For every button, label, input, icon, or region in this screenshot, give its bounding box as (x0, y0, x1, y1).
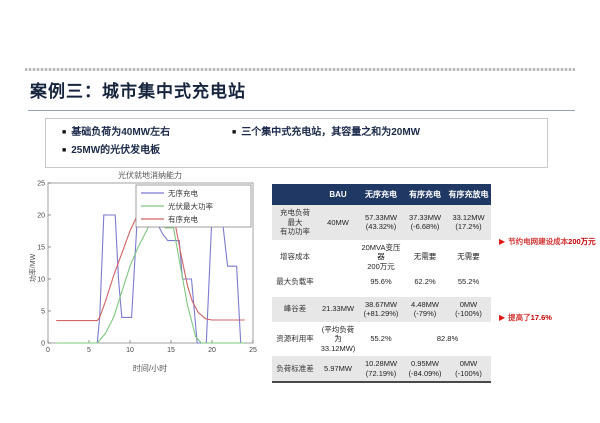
svg-text:20: 20 (37, 213, 45, 220)
svg-text:25: 25 (37, 181, 45, 188)
table-cell: 62.2% (404, 274, 446, 290)
table-cell: 95.6% (358, 274, 404, 290)
svg-text:5: 5 (41, 309, 45, 316)
bullet-text: 基础负荷为40MW左右 (71, 127, 170, 139)
bullet-item: ■ 三个集中式充电站，其容量之和为20MW (232, 127, 532, 139)
bullet-item: ■ 基础负荷为40MW左右 (62, 127, 232, 139)
annotation-utilization: ▶提高了17.6% (499, 312, 552, 323)
row-label: 最大负载率 (272, 274, 318, 290)
bullet-column-left: ■ 基础负荷为40MW左右 ■ 25MW的光伏发电板 (62, 127, 232, 163)
triangle-marker-icon: ▶ (499, 313, 505, 322)
legend-label: 有序充电 (168, 214, 198, 224)
table-row: 最大负载率 95.6%62.2%55.2% (272, 274, 491, 290)
table-cell: 33.12MW (17.2%) (446, 205, 491, 240)
table-cell: 20MVA变压器 200万元 (358, 240, 404, 275)
chart-y-axis-label: 功率/MW (28, 253, 37, 282)
table-body: 充电负荷 最大 有功功率40MW57.33MW (43.32%)37.33MW … (272, 205, 491, 382)
bullet-column-right: ■ 三个集中式充电站，其容量之和为20MW (232, 127, 532, 145)
bullet-text: 25MW的光伏发电板 (71, 145, 160, 157)
table-row: 增容成本20MVA变压器 200万元无需要无需要 (272, 240, 491, 275)
table-row: 峰谷差21.33MW38.67MW (+81.29%)4.48MW (-79%)… (272, 297, 491, 322)
svg-text:25: 25 (249, 347, 257, 354)
svg-text:0: 0 (46, 347, 50, 354)
top-divider (25, 68, 575, 71)
table-row: 资源利用率(平均负荷为 33.12MW)55.2%82.8% (272, 322, 491, 357)
table-row: 充电负荷 最大 有功功率40MW57.33MW (43.32%)37.33MW … (272, 205, 491, 240)
table-cell: 10.28MW (72.19%) (358, 356, 404, 382)
svg-text:5: 5 (87, 347, 91, 354)
svg-text:10: 10 (126, 347, 134, 354)
table-cell (318, 274, 358, 290)
annotation-value: 200万元 (568, 237, 596, 246)
table-header-row: BAU无序充电有序充电有序充放电 (272, 184, 491, 205)
table-cell: (平均负荷为 33.12MW) (318, 322, 358, 357)
table-cell: 21.33MW (318, 297, 358, 322)
table-cell: 37.33MW (-6.68%) (404, 205, 446, 240)
chart-legend: 无序充电光伏最大功率有序充电 (136, 185, 251, 227)
results-table: BAU无序充电有序充电有序充放电 充电负荷 最大 有功功率40MW57.33MW… (272, 184, 491, 383)
row-label: 负荷标准差 (272, 356, 318, 382)
annotation-text: 节约电网建设成本 (508, 237, 568, 246)
column-header: BAU (318, 184, 358, 205)
table-cell: 55.2% (446, 274, 491, 290)
table-cell (318, 240, 358, 275)
column-header: 有序充电 (404, 184, 446, 205)
table-cell: 0MW (-100%) (446, 356, 491, 382)
table-cell: 无需要 (404, 240, 446, 275)
slide: 案例三：城市集中式充电站 ■ 基础负荷为40MW左右 ■ 25MW的光伏发电板 … (0, 0, 600, 423)
svg-text:10: 10 (37, 277, 45, 284)
bullet-square-icon: ■ (62, 127, 66, 139)
column-header (272, 184, 318, 205)
legend-label: 光伏最大功率 (168, 201, 213, 211)
bullet-item: ■ 25MW的光伏发电板 (62, 145, 232, 157)
table-spacer-row (272, 290, 491, 297)
summary-box: ■ 基础负荷为40MW左右 ■ 25MW的光伏发电板 ■ 三个集中式充电站，其容… (45, 118, 548, 168)
row-label: 资源利用率 (272, 322, 318, 357)
row-label: 峰谷差 (272, 297, 318, 322)
annotation-grid-cost: ▶节约电网建设成本200万元 (499, 236, 596, 247)
chart-x-axis-label: 时间/小时 (133, 363, 167, 373)
svg-text:15: 15 (37, 245, 45, 252)
svg-text:20: 20 (208, 347, 216, 354)
svg-text:15: 15 (167, 347, 175, 354)
title-divider (28, 110, 575, 111)
column-header: 无序充电 (358, 184, 404, 205)
table-cell: 4.48MW (-79%) (404, 297, 446, 322)
table-cell: 55.2% (358, 322, 404, 357)
table-cell: 0MW (-100%) (446, 297, 491, 322)
svg-text:0: 0 (41, 341, 45, 348)
row-label: 充电负荷 最大 有功功率 (272, 205, 318, 240)
page-title: 案例三：城市集中式充电站 (30, 77, 246, 102)
chart-title: 光伏就地消纳能力 (118, 170, 182, 180)
table-cell: 0.95MW (-84.09%) (404, 356, 446, 382)
row-label: 增容成本 (272, 240, 318, 275)
pv-consumption-chart: 光伏就地消纳能力 功率/MW 时间/小时 0 5 10 15 20 25 0 5 10 15 20 2… (28, 168, 266, 380)
table-cell: 82.8% (404, 322, 491, 357)
triangle-marker-icon: ▶ (499, 237, 505, 246)
bullet-text: 三个集中式充电站，其容量之和为20MW (241, 127, 420, 139)
line-chart: 光伏就地消纳能力 功率/MW 时间/小时 0 5 10 15 20 25 0 5 10 15 20 2… (28, 168, 266, 380)
bullet-square-icon: ■ (232, 127, 236, 139)
table-cell: 38.67MW (+81.29%) (358, 297, 404, 322)
legend-label: 无序充电 (168, 188, 198, 198)
table-row: 负荷标准差5.97MW10.28MW (72.19%)0.95MW (-84.0… (272, 356, 491, 382)
table-cell: 5.97MW (318, 356, 358, 382)
table-cell: 57.33MW (43.32%) (358, 205, 404, 240)
bullet-square-icon: ■ (62, 145, 66, 157)
table-cell: 40MW (318, 205, 358, 240)
annotation-text: 提高了 (508, 313, 531, 322)
column-header: 有序充放电 (446, 184, 491, 205)
table-cell: 无需要 (446, 240, 491, 275)
annotation-value: 17.6% (531, 313, 552, 322)
